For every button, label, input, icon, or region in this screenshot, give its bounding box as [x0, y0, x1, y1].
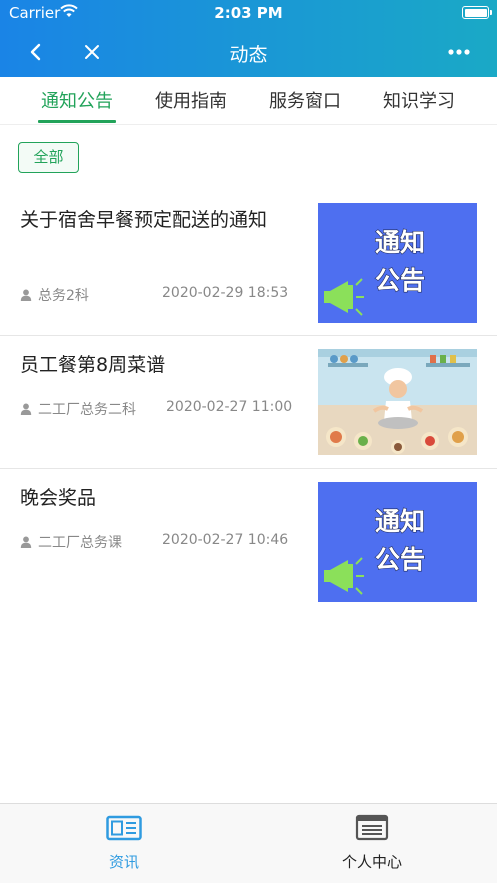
notice-thumbnail: 通知 公告: [318, 482, 477, 602]
tabbar-news-label: 资讯: [108, 853, 139, 871]
item-author-name: 二工厂总务二科: [38, 402, 136, 418]
page-title: 动态: [229, 44, 268, 66]
svg-text:通知: 通知: [375, 507, 425, 536]
tab-learning[interactable]: 知识学习: [369, 87, 469, 113]
tab-notice[interactable]: 通知公告: [27, 87, 127, 113]
list-item[interactable]: 员工餐第8周菜谱 二工厂总务二科 2020-02-27 11:00: [0, 336, 497, 469]
tabbar-news[interactable]: 资讯: [0, 804, 248, 883]
tab-guide[interactable]: 使用指南: [141, 87, 241, 113]
svg-text:公告: 公告: [375, 266, 425, 295]
item-author: 二工厂总务二科: [20, 399, 136, 419]
item-author: 二工厂总务课: [20, 532, 122, 552]
category-tabs: 通知公告 使用指南 服务窗口 知识学习: [0, 77, 497, 125]
more-icon[interactable]: [445, 42, 473, 62]
item-date: 2020-02-27 10:46: [162, 532, 289, 548]
user-icon: [20, 536, 32, 548]
svg-text:通知: 通知: [375, 228, 425, 257]
bottom-tabbar: 资讯 个人中心: [0, 803, 497, 883]
list-card-icon: [355, 814, 389, 841]
newspaper-icon: [106, 815, 142, 841]
list-item[interactable]: 关于宿舍早餐预定配送的通知 总务2科 2020-02-29 18:53 通知 公…: [0, 188, 497, 336]
item-date: 2020-02-27 11:00: [166, 399, 293, 415]
item-author-name: 总务2科: [38, 288, 89, 304]
user-icon: [20, 289, 32, 301]
item-author: 总务2科: [20, 285, 89, 305]
clock: 2:03 PM: [214, 4, 283, 22]
item-date: 2020-02-29 18:53: [162, 285, 289, 301]
chef-thumbnail: [318, 349, 477, 455]
item-author-name: 二工厂总务课: [38, 535, 122, 551]
item-title: 关于宿舍早餐预定配送的通知: [20, 209, 268, 231]
status-bar: Carrier 2:03 PM: [0, 0, 497, 26]
list-item[interactable]: 晚会奖品 二工厂总务课 2020-02-27 10:46 通知 公告: [0, 469, 497, 614]
tabbar-profile[interactable]: 个人中心: [248, 804, 496, 883]
user-icon: [20, 403, 32, 415]
item-title: 晚会奖品: [20, 487, 97, 509]
item-title: 员工餐第8周菜谱: [20, 354, 166, 376]
tab-service[interactable]: 服务窗口: [255, 87, 355, 113]
notice-thumbnail: 通知 公告: [318, 203, 477, 323]
svg-text:公告: 公告: [375, 545, 425, 574]
filter-all-chip[interactable]: 全部: [18, 142, 79, 173]
tab-active-indicator: [38, 120, 116, 123]
app-header: Carrier 2:03 PM 动态: [0, 0, 497, 77]
battery-icon: [462, 6, 492, 19]
tabbar-profile-label: 个人中心: [341, 853, 402, 871]
